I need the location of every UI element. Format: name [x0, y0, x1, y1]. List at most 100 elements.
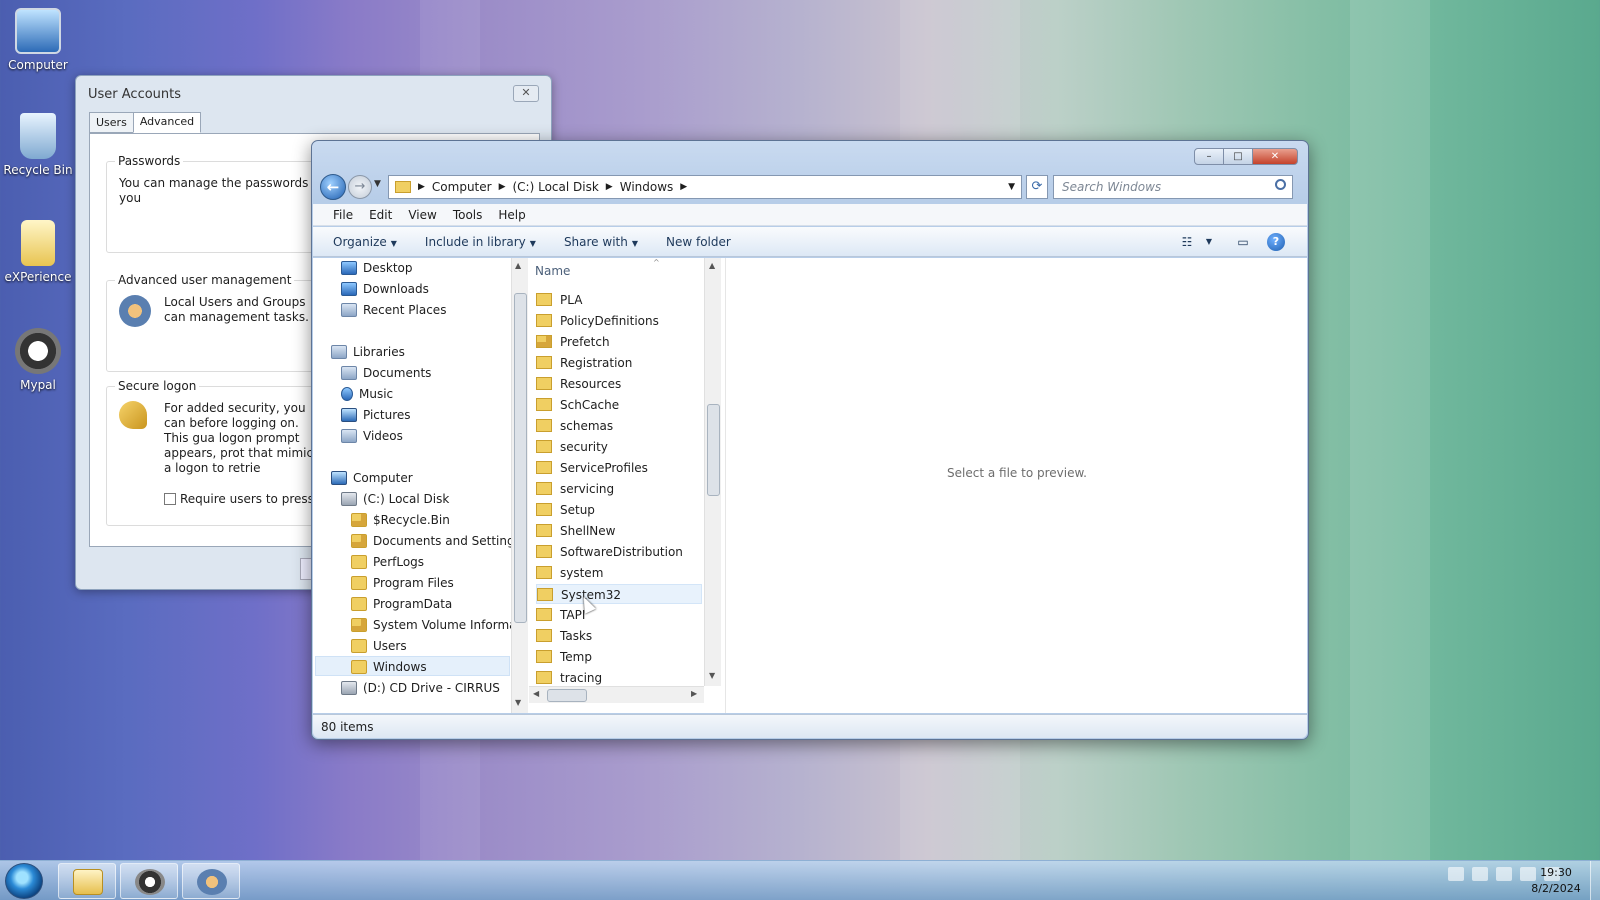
scrollbar-thumb[interactable]	[547, 689, 587, 702]
file-name: SoftwareDistribution	[560, 545, 683, 559]
menu-view[interactable]: View	[408, 208, 436, 222]
taskbar-mypal-button[interactable]	[120, 863, 178, 899]
search-input[interactable]: Search Windows	[1053, 175, 1293, 199]
tree-item-recent-places[interactable]: Recent Places	[341, 300, 446, 320]
tab-advanced[interactable]: Advanced	[132, 112, 202, 133]
close-button[interactable]: ✕	[1252, 148, 1298, 165]
tree-item-music[interactable]: Music	[341, 384, 393, 404]
scroll-right-icon[interactable]: ▶	[691, 689, 697, 698]
tree-item-local-disk[interactable]: (C:) Local Disk	[341, 489, 449, 509]
horizontal-scrollbar[interactable]: ◀ ▶	[529, 686, 704, 703]
flag-icon[interactable]	[1496, 867, 1512, 881]
column-header-name[interactable]: Name ^	[535, 258, 660, 278]
show-desktop-button[interactable]	[1590, 861, 1600, 900]
tree-item-libraries[interactable]: Libraries	[331, 342, 405, 362]
scrollbar-thumb[interactable]	[707, 404, 720, 496]
scroll-up-icon[interactable]: ▲	[709, 261, 715, 270]
tree-item-users[interactable]: Users	[351, 636, 407, 656]
file-row[interactable]: Prefetch	[536, 332, 702, 352]
scroll-up-icon[interactable]: ▲	[515, 261, 521, 270]
chevron-right-icon[interactable]: ▶	[499, 182, 506, 192]
chevron-right-icon[interactable]: ▶	[606, 182, 613, 192]
file-row[interactable]: security	[536, 437, 702, 457]
new-folder-button[interactable]: New folder	[666, 235, 731, 249]
tree-item-system-volume-information[interactable]: System Volume Informa	[351, 615, 511, 635]
file-row[interactable]: System32	[536, 584, 702, 604]
taskbar-user-accounts-button[interactable]	[182, 863, 240, 899]
desktop-icon-computer[interactable]: Computer	[0, 8, 76, 72]
clock[interactable]: 19:30 8/2/2024	[1526, 865, 1586, 897]
forward-button[interactable]: →	[348, 175, 372, 199]
tree-item-program-files[interactable]: Program Files	[351, 573, 454, 593]
file-row[interactable]: system	[536, 563, 702, 583]
file-list-scrollbar[interactable]: ▲ ▼	[704, 258, 721, 686]
include-in-library-button[interactable]: Include in library ▼	[425, 235, 536, 249]
file-row[interactable]: ServiceProfiles	[536, 458, 702, 478]
tree-item-cd-drive[interactable]: (D:) CD Drive - CIRRUS	[341, 678, 500, 698]
menu-help[interactable]: Help	[498, 208, 525, 222]
navigation-scrollbar[interactable]: ▲ ▼	[511, 258, 528, 713]
scrollbar-thumb[interactable]	[514, 293, 527, 623]
help-icon[interactable]: ?	[1267, 233, 1285, 251]
file-row[interactable]: SchCache	[536, 395, 702, 415]
file-row[interactable]: Setup	[536, 500, 702, 520]
file-row[interactable]: PLA	[536, 290, 702, 310]
address-bar[interactable]: ▶ Computer ▶ (C:) Local Disk ▶ Windows ▶…	[388, 175, 1022, 199]
tree-item-pictures[interactable]: Pictures	[341, 405, 411, 425]
share-with-button[interactable]: Share with ▼	[564, 235, 638, 249]
menu-edit[interactable]: Edit	[369, 208, 392, 222]
file-row[interactable]: Resources	[536, 374, 702, 394]
file-row[interactable]: ShellNew	[536, 521, 702, 541]
desktop-icon-recycle-bin[interactable]: Recycle Bin	[0, 113, 76, 177]
file-row[interactable]: Tasks	[536, 626, 702, 646]
tree-item-computer[interactable]: Computer	[331, 468, 413, 488]
back-button[interactable]: ←	[320, 174, 346, 200]
refresh-button[interactable]: ⟳	[1026, 175, 1048, 199]
tray-icon[interactable]	[1448, 867, 1464, 881]
tree-item-recycle-bin-folder[interactable]: $Recycle.Bin	[351, 510, 450, 530]
tree-item-desktop[interactable]: Desktop	[341, 258, 413, 278]
start-button[interactable]	[5, 863, 43, 899]
close-button[interactable]: ✕	[513, 85, 539, 102]
scroll-down-icon[interactable]: ▼	[709, 671, 715, 680]
menu-file[interactable]: File	[333, 208, 353, 222]
tree-item-downloads[interactable]: Downloads	[341, 279, 429, 299]
file-row[interactable]: TAPI	[536, 605, 702, 625]
recent-pages-dropdown[interactable]: ▼	[374, 179, 381, 189]
file-row[interactable]: schemas	[536, 416, 702, 436]
breadcrumb-local-disk[interactable]: (C:) Local Disk	[513, 180, 599, 194]
desktop-icon-experience[interactable]: eXPerience	[0, 220, 76, 284]
tab-users[interactable]: Users	[89, 112, 134, 133]
tree-item-programdata[interactable]: ProgramData	[351, 594, 452, 614]
chevron-right-icon[interactable]: ▶	[418, 182, 425, 192]
file-row[interactable]: SoftwareDistribution	[536, 542, 702, 562]
address-dropdown-icon[interactable]: ▼	[1008, 182, 1015, 192]
search-icon[interactable]	[1275, 179, 1286, 190]
desktop-icon-mypal[interactable]: Mypal	[0, 328, 76, 392]
tree-item-perflogs[interactable]: PerfLogs	[351, 552, 424, 572]
organize-button[interactable]: Organize ▼	[333, 235, 397, 249]
preview-pane-icon[interactable]: ▭	[1233, 233, 1253, 251]
breadcrumb-windows[interactable]: Windows	[620, 180, 674, 194]
tree-item-documents-and-settings[interactable]: Documents and Settings	[351, 531, 511, 551]
change-view-icon[interactable]: ☷	[1177, 233, 1197, 251]
file-row[interactable]: PolicyDefinitions	[536, 311, 702, 331]
minimize-button[interactable]: –	[1194, 148, 1224, 165]
taskbar-explorer-button[interactable]	[58, 863, 116, 899]
scroll-down-icon[interactable]: ▼	[515, 698, 521, 707]
maximize-button[interactable]: □	[1223, 148, 1253, 165]
tree-item-videos[interactable]: Videos	[341, 426, 403, 446]
breadcrumb-computer[interactable]: Computer	[432, 180, 492, 194]
tray-icon[interactable]	[1472, 867, 1488, 881]
menu-tools[interactable]: Tools	[453, 208, 483, 222]
scroll-left-icon[interactable]: ◀	[533, 689, 539, 698]
file-row[interactable]: servicing	[536, 479, 702, 499]
tree-item-documents[interactable]: Documents	[341, 363, 431, 383]
file-row[interactable]: tracing	[536, 668, 702, 688]
file-row[interactable]: Temp	[536, 647, 702, 667]
tree-item-windows[interactable]: Windows	[315, 656, 510, 676]
chevron-right-icon[interactable]: ▶	[680, 182, 687, 192]
require-ctrl-alt-del-checkbox[interactable]: Require users to press Ct	[164, 492, 331, 506]
file-row[interactable]: Registration	[536, 353, 702, 373]
view-dropdown-icon[interactable]: ▼	[1199, 233, 1219, 251]
